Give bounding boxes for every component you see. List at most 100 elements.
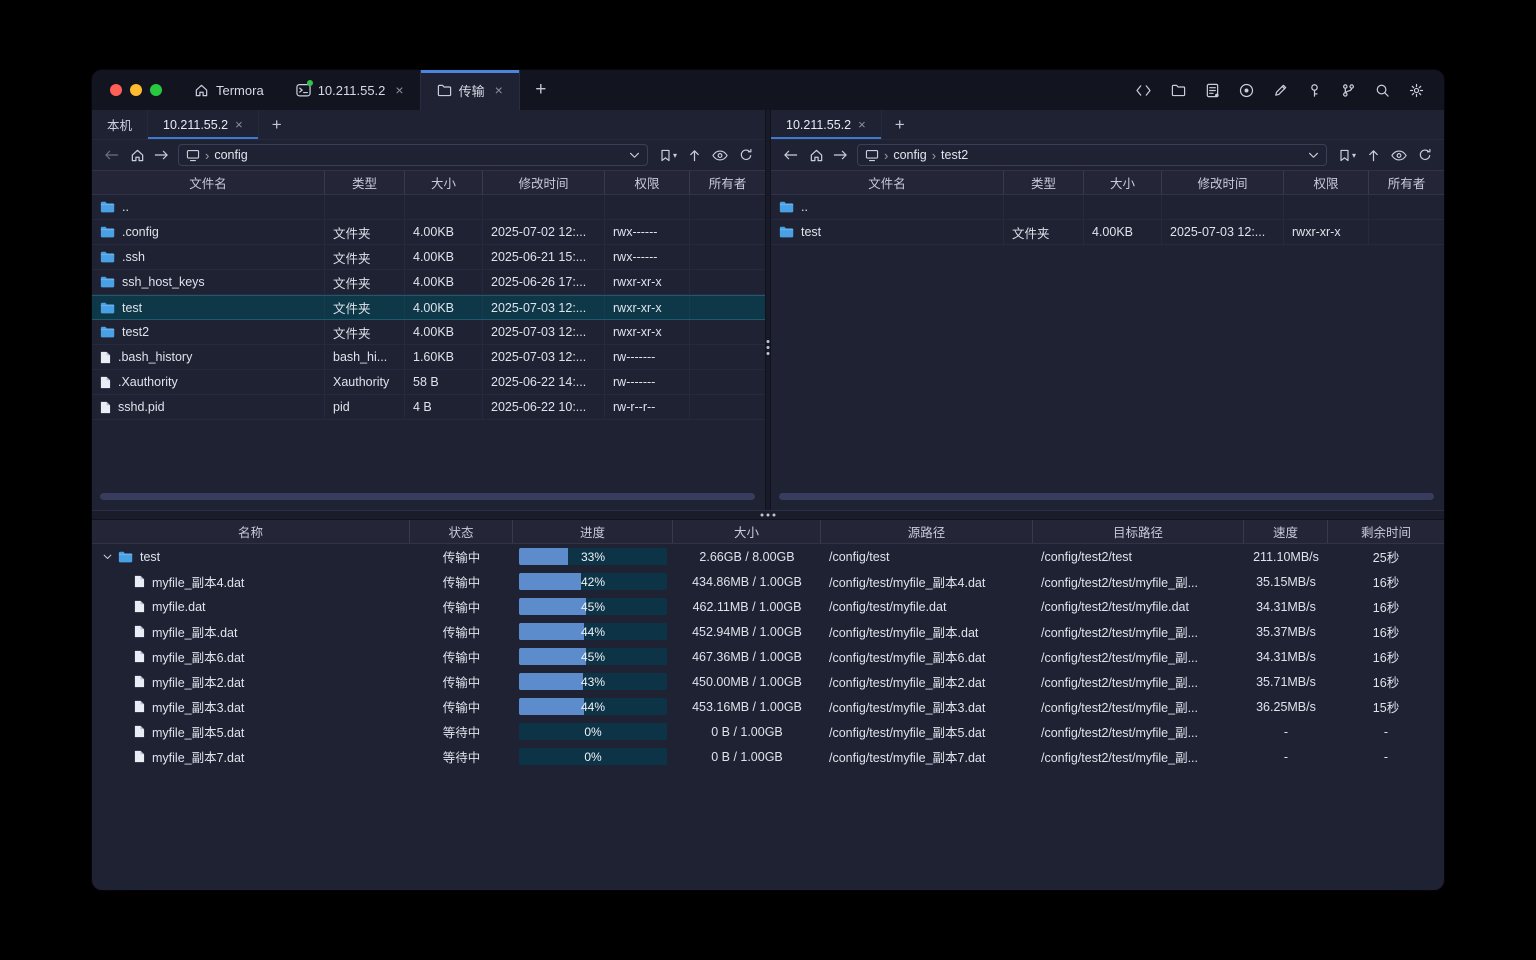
file-row[interactable]: sshd.pidpid4 B2025-06-22 10:...rw-r--r-- xyxy=(92,395,765,420)
transfer-row[interactable]: myfile_副本4.dat传输中42%434.86MB / 1.00GB/co… xyxy=(92,569,1444,594)
back-button[interactable] xyxy=(780,145,800,165)
file-row[interactable]: .bash_historybash_hi...1.60KB2025-07-03 … xyxy=(92,345,765,370)
transfer-row[interactable]: test传输中33%2.66GB / 8.00GB/config/test/co… xyxy=(92,544,1444,569)
transfer-row[interactable]: myfile_副本6.dat传输中45%467.36MB / 1.00GB/co… xyxy=(92,644,1444,669)
titlebar-tab-transfer[interactable]: 传输× xyxy=(420,70,520,110)
left-breadcrumb[interactable]: ›config xyxy=(178,144,648,166)
column-header-progress[interactable]: 进度 xyxy=(513,520,673,543)
column-header-owner[interactable]: 所有者 xyxy=(690,171,765,194)
file-row[interactable]: .ssh文件夹4.00KB2025-06-21 15:...rwx------ xyxy=(92,245,765,270)
column-header-owner[interactable]: 所有者 xyxy=(1369,171,1444,194)
transfer-row[interactable]: myfile.dat传输中45%462.11MB / 1.00GB/config… xyxy=(92,594,1444,619)
refresh-button[interactable] xyxy=(1418,148,1432,162)
titlebar-tab-host[interactable]: 10.211.55.2× xyxy=(280,70,420,110)
new-tab-button[interactable]: + xyxy=(520,70,562,110)
file-row[interactable]: .. xyxy=(92,195,765,220)
column-header-modified[interactable]: 修改时间 xyxy=(1162,171,1284,194)
column-header-permissions[interactable]: 权限 xyxy=(1284,171,1369,194)
file-icon xyxy=(134,700,145,713)
transfer-progress-cell: 44% xyxy=(513,619,673,644)
transfer-size-cell: 450.00MB / 1.00GB xyxy=(673,669,821,694)
transfer-row[interactable]: myfile_副本2.dat传输中43%450.00MB / 1.00GB/co… xyxy=(92,669,1444,694)
record-icon[interactable] xyxy=(1239,83,1254,98)
column-header-name[interactable]: 名称 xyxy=(92,520,410,543)
column-header-type[interactable]: 类型 xyxy=(325,171,405,194)
branch-icon[interactable] xyxy=(1341,83,1356,98)
transfer-size-cell: 453.16MB / 1.00GB xyxy=(673,694,821,719)
minimize-window-button[interactable] xyxy=(130,84,142,96)
up-directory-button[interactable] xyxy=(1367,149,1380,162)
back-button[interactable] xyxy=(101,145,121,165)
horizontal-scrollbar-thumb[interactable] xyxy=(100,493,755,500)
file-row[interactable]: .config文件夹4.00KB2025-07-02 12:...rwx----… xyxy=(92,220,765,245)
forward-button[interactable] xyxy=(154,149,169,161)
forward-button[interactable] xyxy=(833,149,848,161)
column-header-filename[interactable]: 文件名 xyxy=(92,171,325,194)
tab-close-icon[interactable]: × xyxy=(858,117,866,132)
column-header-type[interactable]: 类型 xyxy=(1004,171,1084,194)
titlebar: Termora10.211.55.2×传输×+ xyxy=(92,70,1444,110)
close-window-button[interactable] xyxy=(110,84,122,96)
transfer-table-body: test传输中33%2.66GB / 8.00GB/config/test/co… xyxy=(92,544,1444,769)
new-tab-button[interactable]: + xyxy=(882,110,918,139)
column-header-filename[interactable]: 文件名 xyxy=(771,171,1004,194)
transfer-row[interactable]: myfile_副本3.dat传输中44%453.16MB / 1.00GB/co… xyxy=(92,694,1444,719)
left-panel-tab-0[interactable]: 本机 xyxy=(92,110,148,139)
path-dropdown-icon[interactable] xyxy=(629,152,640,159)
column-header-size[interactable]: 大小 xyxy=(1084,171,1162,194)
show-hidden-button[interactable] xyxy=(712,150,728,161)
file-row[interactable]: .. xyxy=(771,195,1444,220)
transfer-row[interactable]: myfile_副本.dat传输中44%452.94MB / 1.00GB/con… xyxy=(92,619,1444,644)
file-owner-cell xyxy=(690,195,765,219)
transfer-row[interactable]: myfile_副本5.dat等待中0%0 B / 1.00GB/config/t… xyxy=(92,719,1444,744)
settings-icon[interactable] xyxy=(1409,83,1424,98)
file-name: .ssh xyxy=(122,250,145,264)
column-header-modified[interactable]: 修改时间 xyxy=(483,171,605,194)
progress-percent-label: 44% xyxy=(519,698,667,715)
bookmark-button[interactable]: ▾ xyxy=(660,149,677,162)
file-row[interactable]: ssh_host_keys文件夹4.00KB2025-06-26 17:...r… xyxy=(92,270,765,295)
tab-close-icon[interactable]: × xyxy=(395,82,403,98)
column-header-source-path[interactable]: 源路径 xyxy=(821,520,1033,543)
file-row[interactable]: test文件夹4.00KB2025-07-03 12:...rwxr-xr-x xyxy=(92,295,765,320)
window-controls xyxy=(92,70,178,110)
column-header-remaining-time[interactable]: 剩余时间 xyxy=(1328,520,1444,543)
column-header-target-path[interactable]: 目标路径 xyxy=(1033,520,1244,543)
notes-icon[interactable] xyxy=(1205,83,1220,98)
file-modified-cell: 2025-07-03 12:... xyxy=(1162,220,1284,244)
up-directory-button[interactable] xyxy=(688,149,701,162)
file-row[interactable]: test2文件夹4.00KB2025-07-03 12:...rwxr-xr-x xyxy=(92,320,765,345)
folder-icon[interactable] xyxy=(1171,83,1186,98)
refresh-button[interactable] xyxy=(739,148,753,162)
key-icon[interactable] xyxy=(1307,83,1322,98)
collapse-chevron-icon[interactable] xyxy=(100,554,114,560)
search-icon[interactable] xyxy=(1375,83,1390,98)
file-type-cell xyxy=(325,195,405,219)
transfer-remaining-cell: 15秒 xyxy=(1328,694,1444,719)
column-header-status[interactable]: 状态 xyxy=(410,520,513,543)
tab-close-icon[interactable]: × xyxy=(235,117,243,132)
column-header-size[interactable]: 大小 xyxy=(673,520,821,543)
right-breadcrumb[interactable]: ›config›test2 xyxy=(857,144,1327,166)
zoom-window-button[interactable] xyxy=(150,84,162,96)
new-tab-button[interactable]: + xyxy=(259,110,295,139)
tab-close-icon[interactable]: × xyxy=(495,82,503,98)
left-panel-tab-1[interactable]: 10.211.55.2× xyxy=(148,110,259,139)
show-hidden-button[interactable] xyxy=(1391,150,1407,161)
titlebar-tab-termora[interactable]: Termora xyxy=(178,70,280,110)
file-row[interactable]: .XauthorityXauthority58 B2025-06-22 14:.… xyxy=(92,370,765,395)
home-button[interactable] xyxy=(809,148,824,163)
column-header-speed[interactable]: 速度 xyxy=(1244,520,1328,543)
code-icon[interactable] xyxy=(1135,84,1152,97)
home-button[interactable] xyxy=(130,148,145,163)
column-header-permissions[interactable]: 权限 xyxy=(605,171,690,194)
right-panel-tab-0[interactable]: 10.211.55.2× xyxy=(771,110,882,139)
file-row[interactable]: test文件夹4.00KB2025-07-03 12:...rwxr-xr-x xyxy=(771,220,1444,245)
column-header-size[interactable]: 大小 xyxy=(405,171,483,194)
pencil-icon[interactable] xyxy=(1273,83,1288,98)
transfer-row[interactable]: myfile_副本7.dat等待中0%0 B / 1.00GB/config/t… xyxy=(92,744,1444,769)
horizontal-scrollbar-thumb[interactable] xyxy=(779,493,1434,500)
horizontal-splitter[interactable] xyxy=(92,510,1444,520)
bookmark-button[interactable]: ▾ xyxy=(1339,149,1356,162)
path-dropdown-icon[interactable] xyxy=(1308,152,1319,159)
